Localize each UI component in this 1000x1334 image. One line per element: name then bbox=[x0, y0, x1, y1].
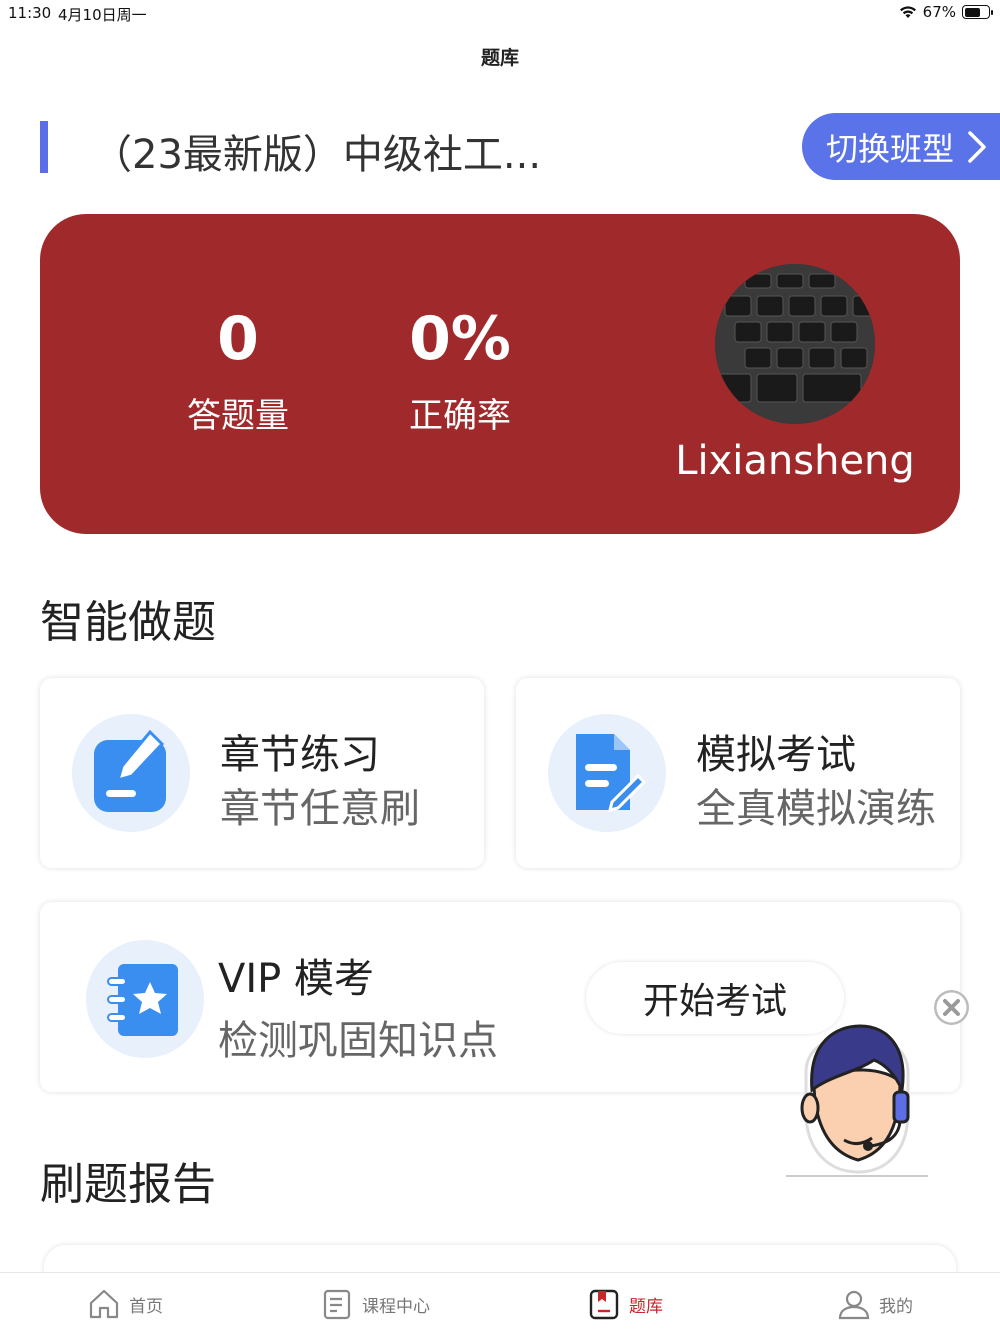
report-heading: 刷题报告 bbox=[40, 1159, 216, 1210]
accuracy-value: 0% bbox=[409, 304, 511, 374]
question-bank-icon bbox=[589, 1289, 619, 1320]
star-notebook-icon bbox=[107, 964, 178, 1036]
keyboard-photo bbox=[715, 264, 875, 424]
status-bar: 11:30 4月10日周一 67% bbox=[0, 0, 1000, 26]
close-icon bbox=[936, 992, 967, 1023]
wifi-icon bbox=[899, 6, 916, 18]
mock-exam-title: 模拟考试 bbox=[696, 732, 856, 778]
stats-card: 0 答题量 0% 正确率 Lixiansheng bbox=[40, 214, 960, 534]
tab-question-bank[interactable]: 题库 bbox=[500, 1273, 750, 1334]
course-title: （23最新版）中级社工... bbox=[92, 132, 542, 178]
mock-icon-wrap bbox=[548, 714, 666, 832]
battery-icon bbox=[962, 5, 993, 19]
mock-exam-subtitle: 全真模拟演练 bbox=[696, 786, 936, 832]
tab-profile-label: 我的 bbox=[879, 1296, 913, 1317]
course-icon bbox=[323, 1289, 351, 1320]
status-date: 4月10日周一 bbox=[58, 6, 147, 24]
profile-icon bbox=[838, 1290, 870, 1320]
close-assistant-button[interactable] bbox=[934, 990, 969, 1025]
vip-exam-title: VIP 模考 bbox=[218, 956, 374, 1002]
tab-home-label: 首页 bbox=[129, 1296, 163, 1317]
tab-home[interactable]: 首页 bbox=[0, 1273, 250, 1334]
chevron-right-icon bbox=[968, 130, 986, 163]
accuracy-stat: 0% 正确率 bbox=[360, 304, 560, 437]
document-edit-icon bbox=[576, 734, 646, 813]
answer-count-stat: 0 答题量 bbox=[138, 304, 338, 437]
customer-service-icon bbox=[786, 1024, 928, 1177]
customer-service-button[interactable] bbox=[786, 1012, 928, 1178]
status-time: 11:30 bbox=[8, 4, 52, 22]
tab-profile[interactable]: 我的 bbox=[750, 1273, 1000, 1334]
page-title: 题库 bbox=[480, 47, 519, 69]
mock-exam-card[interactable]: 模拟考试 全真模拟演练 bbox=[516, 678, 960, 868]
status-right: 67% bbox=[899, 3, 993, 21]
username: Lixiansheng bbox=[675, 438, 915, 484]
battery-percent: 67% bbox=[922, 3, 956, 21]
smart-practice-heading: 智能做题 bbox=[40, 597, 216, 648]
tab-bar: 首页 课程中心 题库 我的 bbox=[0, 1272, 1000, 1334]
battery-fill bbox=[964, 7, 980, 17]
chapter-practice-subtitle: 章节任意刷 bbox=[220, 786, 420, 832]
chapter-icon-wrap bbox=[72, 714, 190, 832]
course-accent-bar bbox=[40, 121, 48, 173]
tab-course-center-label: 课程中心 bbox=[362, 1296, 430, 1317]
vip-exam-subtitle: 检测巩固知识点 bbox=[218, 1018, 498, 1064]
chapter-practice-title: 章节练习 bbox=[220, 732, 380, 778]
switch-class-button[interactable]: 切换班型 bbox=[802, 113, 1000, 180]
tab-question-bank-label: 题库 bbox=[629, 1296, 663, 1317]
switch-class-label: 切换班型 bbox=[826, 129, 955, 168]
chapter-practice-card[interactable]: 章节练习 章节任意刷 bbox=[40, 678, 484, 868]
edit-icon bbox=[94, 730, 166, 812]
home-icon bbox=[89, 1289, 119, 1319]
tab-course-center[interactable]: 课程中心 bbox=[250, 1273, 500, 1334]
accuracy-label: 正确率 bbox=[409, 396, 511, 436]
answer-count-value: 0 bbox=[217, 304, 259, 374]
vip-icon-wrap bbox=[86, 940, 204, 1058]
answer-count-label: 答题量 bbox=[187, 396, 289, 436]
avatar[interactable] bbox=[715, 264, 875, 424]
